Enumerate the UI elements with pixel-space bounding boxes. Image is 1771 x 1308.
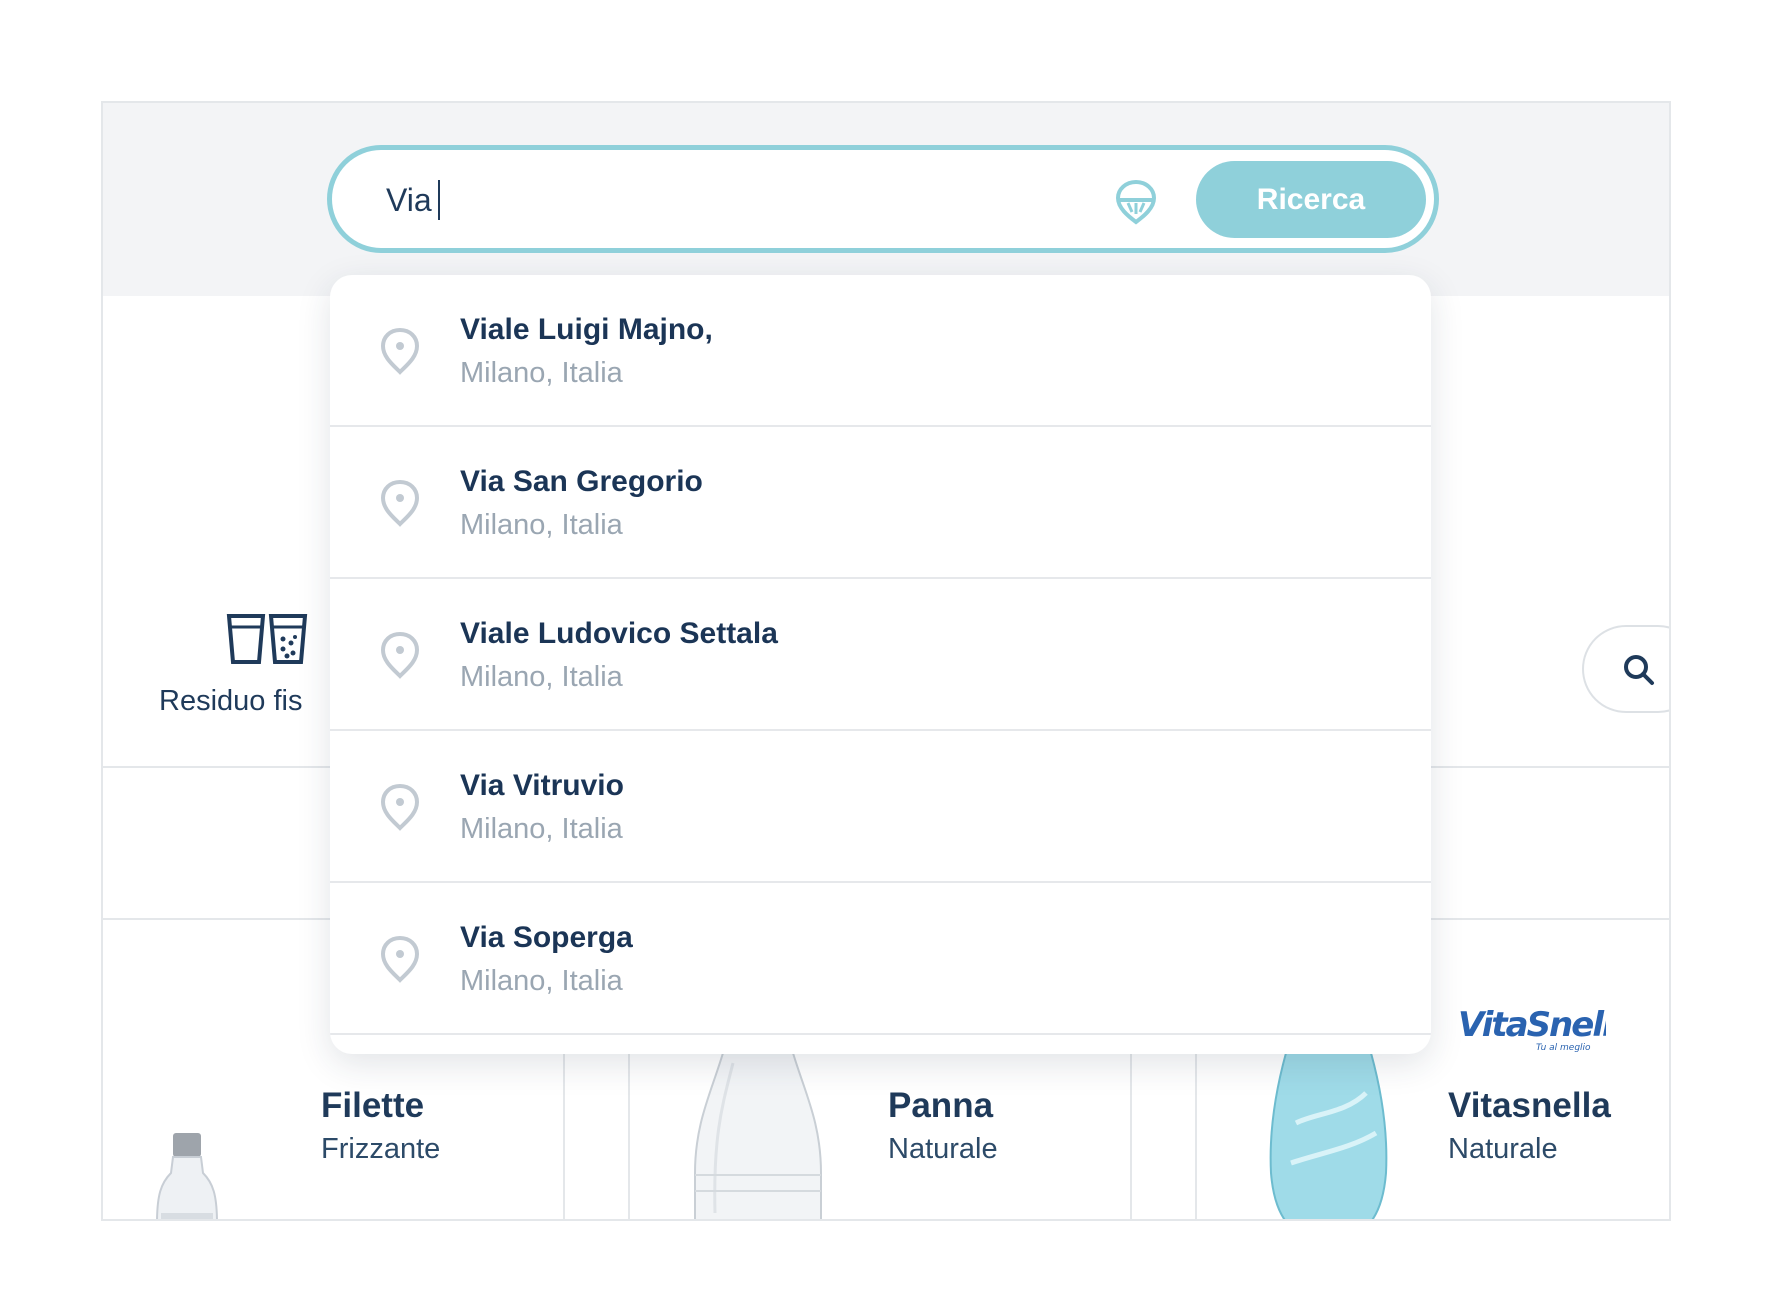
suggestion-city: Milano, Italia [460,509,623,541]
suggestion-city: Milano, Italia [460,965,623,997]
svg-text:Tu al meglio: Tu al meglio [1536,1043,1591,1053]
product-type: Naturale [1448,1133,1558,1165]
suggestion-city: Milano, Italia [460,357,623,389]
search-input[interactable]: Via [386,178,986,222]
suggestion-street: Viale Luigi Majno, [460,313,713,346]
water-glasses-icon[interactable] [225,613,309,665]
suggestion-city: Milano, Italia [460,661,623,693]
product-type: Naturale [888,1133,998,1165]
suggestion-street: Viale Ludovico Settala [460,617,778,650]
suggestions-dropdown: Viale Luigi Majno, Milano, Italia Via Sa… [330,275,1431,1054]
suggestion-street: Via Vitruvio [460,769,624,802]
suggestion-street: Via San Gregorio [460,465,703,498]
residuo-filter-label: Residuo fis [159,685,303,717]
suggestion-item[interactable]: Via San Gregorio Milano, Italia [330,427,1431,579]
suggestion-item[interactable]: Via Soperga Milano, Italia [330,883,1431,1035]
map-pin-icon [380,783,420,831]
suggestion-city: Milano, Italia [460,813,623,845]
search-button[interactable]: Ricerca [1196,161,1426,238]
search-header: Via Ricerca [103,103,1669,296]
search-bar: Via Ricerca [327,145,1439,253]
map-pin-icon [380,631,420,679]
bottle-image [1269,1053,1388,1219]
search-input-value: Via [386,181,432,218]
location-crosshair-icon[interactable] [1114,178,1158,226]
product-name[interactable]: Filette [321,1086,424,1126]
product-type: Frizzante [321,1133,441,1165]
map-pin-icon [380,479,420,527]
product-name[interactable]: Vitasnella [1448,1086,1611,1126]
filter-search-button[interactable] [1582,625,1669,713]
suggestion-item[interactable]: Viale Luigi Majno, Milano, Italia [330,275,1431,427]
vitasnella-logo: VitaSnella Tu al meglio [1456,998,1635,1063]
suggestion-item[interactable]: Via Vitruvio Milano, Italia [330,731,1431,883]
svg-text:VitaSnella: VitaSnella [1458,1005,1606,1045]
text-caret [437,180,440,220]
map-pin-icon [380,327,420,375]
map-pin-icon [380,935,420,983]
search-icon [1624,655,1654,685]
product-name[interactable]: Panna [888,1086,993,1126]
bottle-image [156,1133,218,1219]
suggestion-street: Via Soperga [460,921,633,954]
bottle-image [694,1053,822,1219]
suggestion-item[interactable]: Viale Ludovico Settala Milano, Italia [330,579,1431,731]
